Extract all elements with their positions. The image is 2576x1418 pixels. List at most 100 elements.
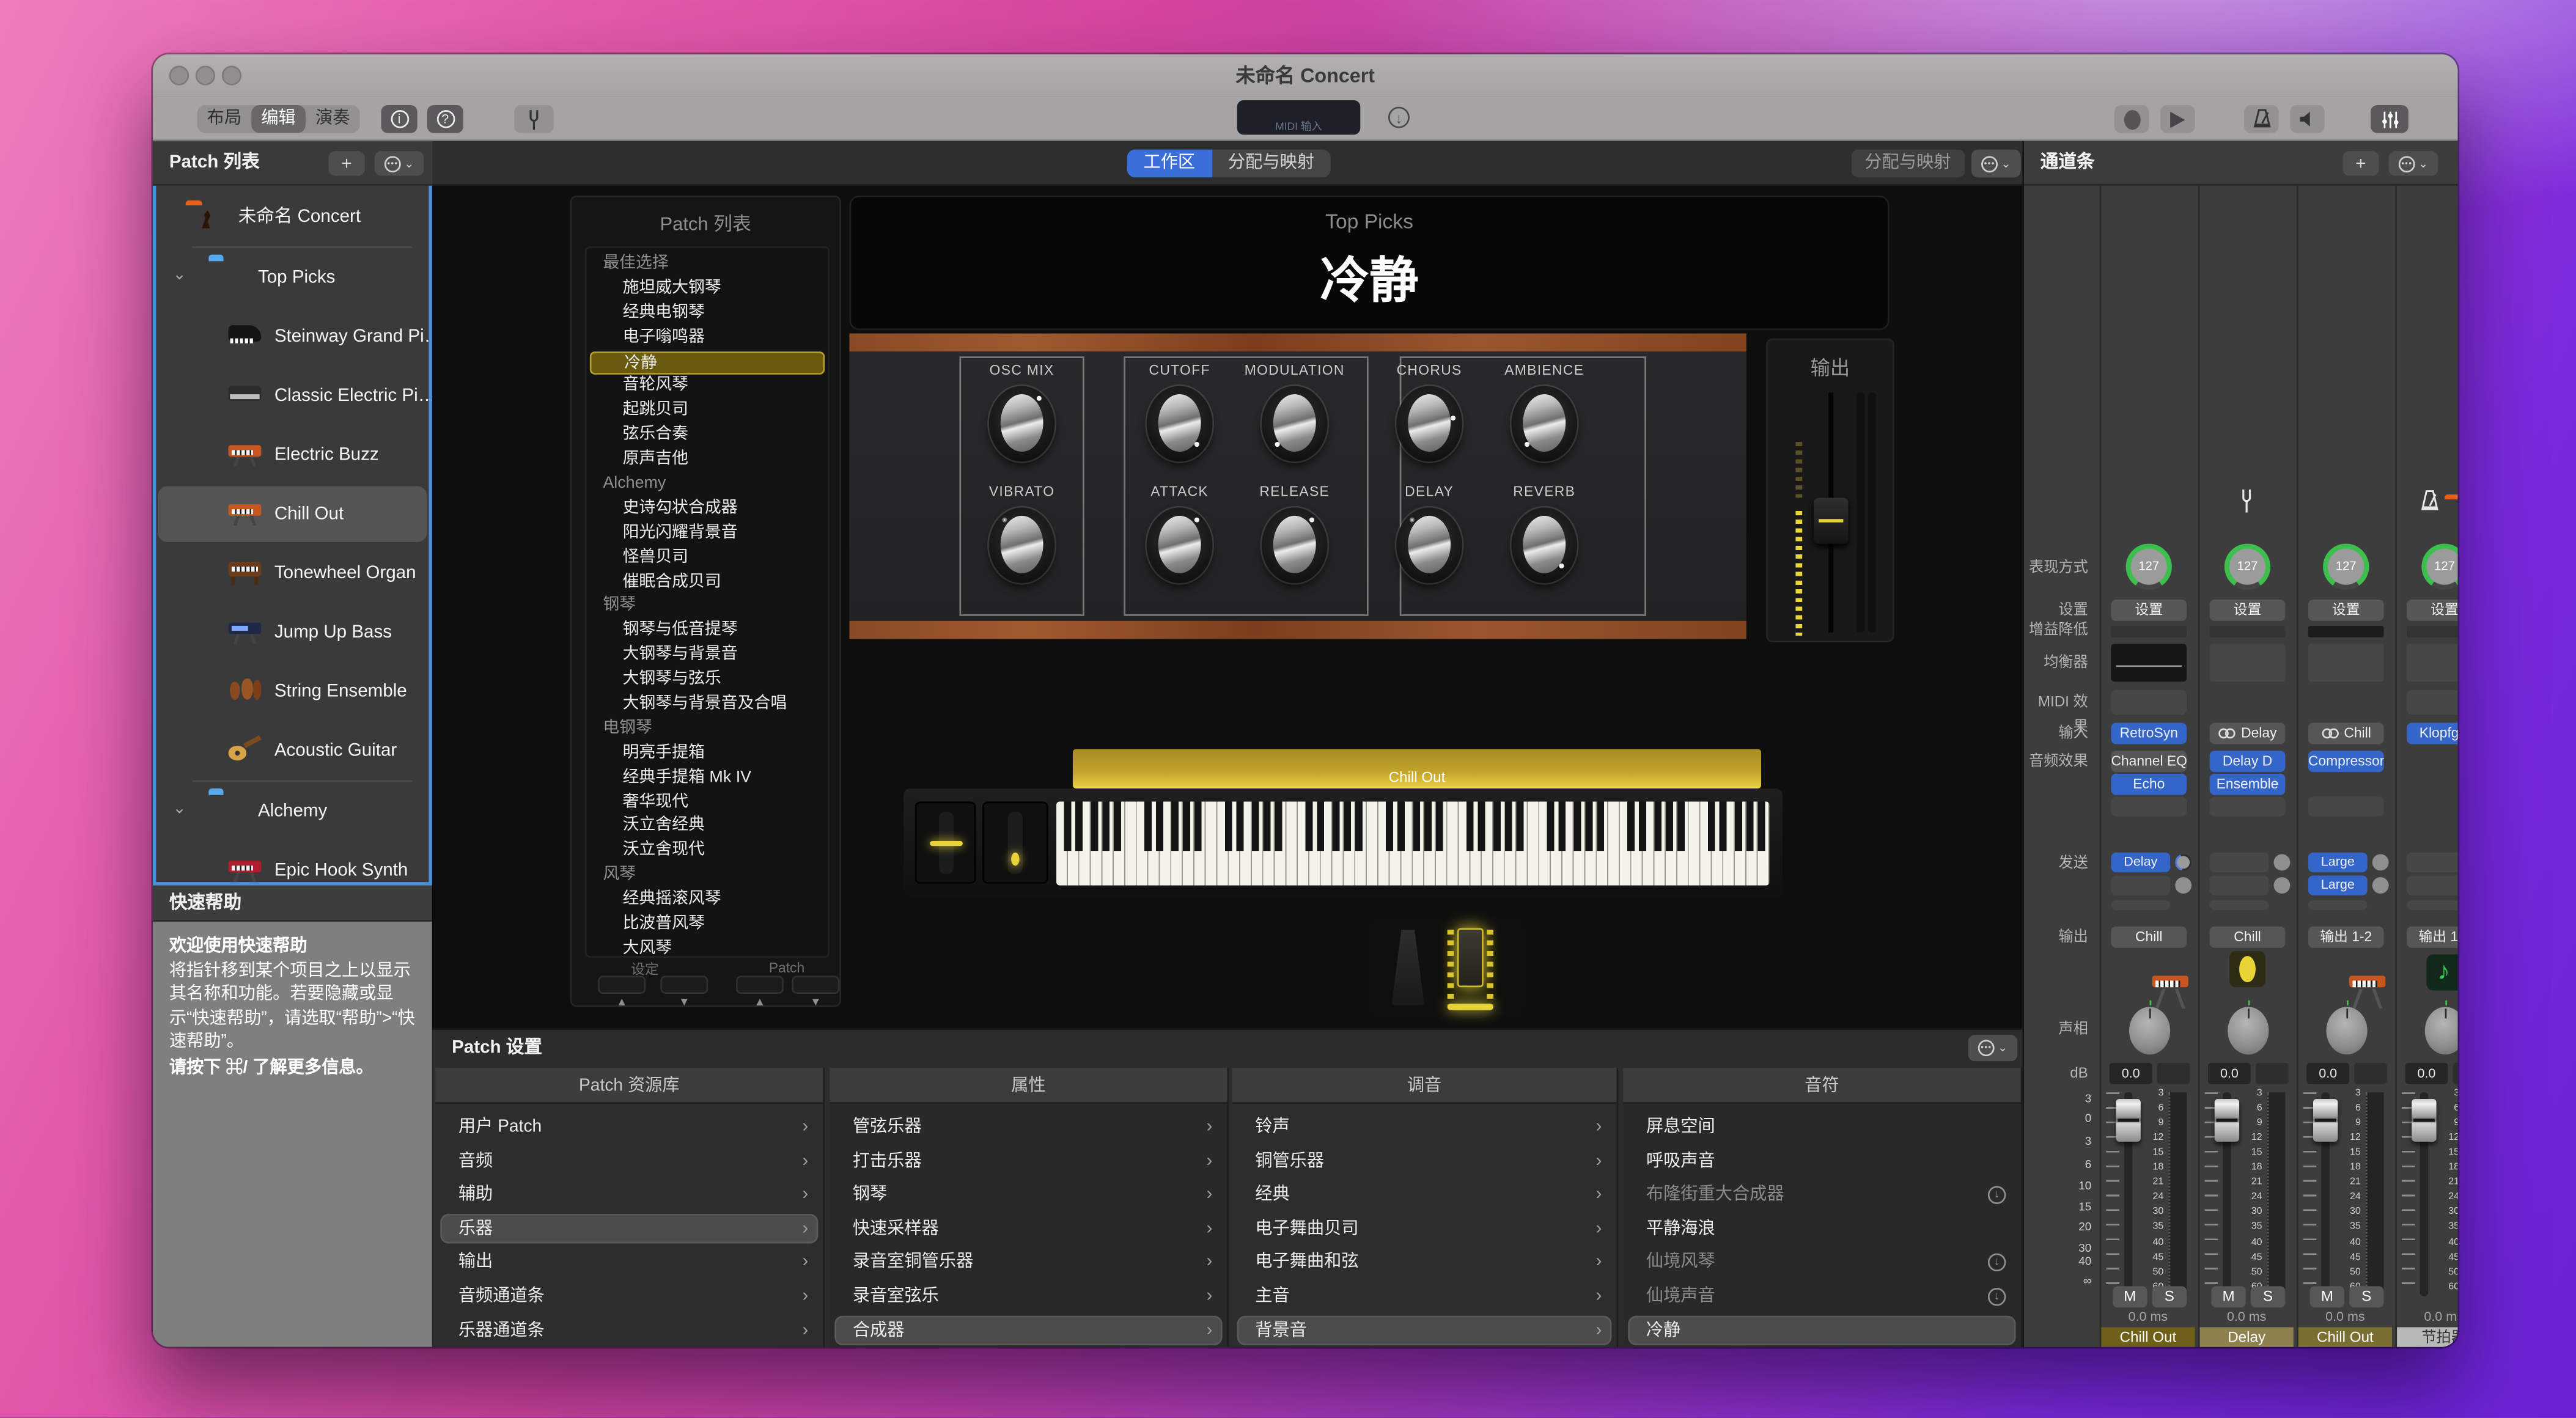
knob-release[interactable] xyxy=(1262,507,1328,583)
audio-effect-delay-d[interactable]: Delay D xyxy=(2210,751,2286,772)
knob-cutoff[interactable] xyxy=(1147,386,1213,462)
eq-thumbnail[interactable] xyxy=(2407,644,2457,682)
send-slot[interactable]: Delay xyxy=(2111,853,2170,872)
patch-settings-menu-button[interactable]: ••• ⌄ xyxy=(1968,1035,2018,1061)
sidebar-item-steinway-grand-pi-[interactable]: Steinway Grand Pi… xyxy=(153,307,432,367)
knob-delay[interactable] xyxy=(1396,507,1462,583)
settings-item-屏息空间[interactable]: 屏息空间 xyxy=(1623,1111,2020,1144)
send-knob[interactable] xyxy=(2274,877,2291,894)
output-button[interactable]: 输出 1-2 xyxy=(2308,927,2384,948)
browser-patch-大钢琴与背景音及合唱[interactable]: 大钢琴与背景音及合唱 xyxy=(586,693,828,718)
sidebar-item-electric-buzz[interactable]: Electric Buzz xyxy=(153,425,432,485)
expression-knob[interactable]: 127 xyxy=(2225,544,2270,590)
sidebar-item-acoustic-guitar[interactable]: Acoustic Guitar xyxy=(153,721,432,781)
sidebar-item-epic-hook-synth[interactable]: Epic Hook Synth xyxy=(153,841,432,886)
browser-patch-明亮手提箱[interactable]: 明亮手提箱 xyxy=(586,742,828,766)
browser-patch-施坦威大钢琴[interactable]: 施坦威大钢琴 xyxy=(586,277,828,302)
settings-item-铃声[interactable]: 铃声› xyxy=(1232,1111,1617,1144)
browser-patch-电子嗡鸣器[interactable]: 电子嗡鸣器 xyxy=(586,326,828,351)
settings-item-电子舞曲贝司[interactable]: 电子舞曲贝司› xyxy=(1232,1212,1617,1246)
send-slot[interactable] xyxy=(2407,875,2457,895)
settings-item-钢琴[interactable]: 钢琴› xyxy=(830,1178,1227,1211)
tab-分配与映射[interactable]: 分配与映射 xyxy=(1212,150,1331,178)
send-slot[interactable] xyxy=(2210,875,2269,895)
midi-effect-slot[interactable] xyxy=(2111,690,2187,715)
settings-item-电子舞曲和弦[interactable]: 电子舞曲和弦› xyxy=(1232,1246,1617,1279)
eq-thumbnail[interactable] xyxy=(2210,644,2286,682)
master-mute-button[interactable] xyxy=(2290,105,2324,133)
send-slot[interactable] xyxy=(2111,875,2170,895)
mode-布局[interactable]: 布局 xyxy=(197,105,252,133)
browser-patch-弦乐合奏[interactable]: 弦乐合奏 xyxy=(586,424,828,449)
assign-map-button[interactable]: 分配与映射 xyxy=(1852,150,1964,178)
mute-button[interactable]: M xyxy=(2310,1286,2344,1307)
eq-thumbnail[interactable] xyxy=(2111,644,2187,682)
fader-handle[interactable] xyxy=(2116,1099,2141,1142)
browser-patch-沃立舍现代[interactable]: 沃立舍现代 xyxy=(586,840,828,864)
output-button[interactable]: Chill xyxy=(2111,927,2187,948)
expression-knob[interactable]: 127 xyxy=(2323,544,2369,590)
pan-knob[interactable] xyxy=(2425,1007,2458,1054)
audio-effect-ensemble[interactable]: Ensemble xyxy=(2210,773,2286,794)
sidebar-item-string-ensemble[interactable]: String Ensemble xyxy=(153,662,432,721)
audio-effect-empty-slot[interactable] xyxy=(2210,796,2286,816)
knob-attack[interactable] xyxy=(1147,507,1213,583)
settings-item-冷静[interactable]: 冷静 xyxy=(1623,1313,2020,1347)
fader-handle[interactable] xyxy=(2313,1099,2338,1142)
eq-thumbnail[interactable] xyxy=(2308,644,2384,682)
strip-name-tab[interactable]: 节拍器 xyxy=(2397,1328,2457,1347)
send-knob[interactable] xyxy=(2372,877,2389,894)
fader-handle[interactable] xyxy=(2412,1099,2436,1142)
solo-button[interactable]: S xyxy=(2152,1286,2187,1307)
midi-effect-slot[interactable] xyxy=(2407,690,2457,715)
tuner-button[interactable] xyxy=(514,105,554,133)
pan-knob[interactable] xyxy=(2129,1007,2170,1054)
add-patch-button[interactable]: + xyxy=(329,151,365,175)
browser-patch-催眠合成贝司[interactable]: 催眠合成贝司 xyxy=(586,571,828,595)
strip-name-tab[interactable]: Chill Out xyxy=(2101,1328,2195,1347)
mode-演奏[interactable]: 演奏 xyxy=(306,105,360,133)
input-button[interactable]: Chill xyxy=(2308,723,2384,744)
expression-knob[interactable]: 127 xyxy=(2421,544,2457,590)
output-fader-handle[interactable] xyxy=(1814,498,1848,543)
settings-item-辅助[interactable]: 辅助› xyxy=(435,1178,823,1211)
settings-item-仙境风琴[interactable]: 仙境风琴↓ xyxy=(1623,1246,2020,1279)
download-icon[interactable]: ↓ xyxy=(1988,1287,2006,1306)
input-button[interactable]: Delay xyxy=(2210,723,2286,744)
browser-patch-大钢琴与弦乐[interactable]: 大钢琴与弦乐 xyxy=(586,669,828,693)
browser-patch-大钢琴与背景音[interactable]: 大钢琴与背景音 xyxy=(586,644,828,669)
input-button[interactable]: RetroSyn xyxy=(2111,723,2187,744)
piano-keys[interactable] xyxy=(1056,802,1769,886)
patch-up-button[interactable] xyxy=(736,975,784,994)
chevron-down-icon[interactable]: ⌄ xyxy=(172,266,186,284)
solo-button[interactable]: S xyxy=(2251,1286,2285,1307)
output-button[interactable]: Chill xyxy=(2210,927,2286,948)
fader-handle[interactable] xyxy=(2215,1099,2239,1142)
strip-name-tab[interactable]: Chill Out xyxy=(2298,1328,2392,1347)
settings-item-乐器通道条[interactable]: 乐器通道条› xyxy=(435,1313,823,1347)
channel-strips-menu-button[interactable]: ••• ⌄ xyxy=(2389,151,2438,175)
tab-工作区[interactable]: 工作区 xyxy=(1127,150,1212,178)
set-down-button[interactable] xyxy=(660,975,708,994)
audio-effect-compressor[interactable]: Compressor xyxy=(2308,751,2384,772)
send-slot[interactable] xyxy=(2210,853,2269,872)
metronome-button[interactable] xyxy=(2244,105,2278,133)
settings-item-布隆街重大合成器[interactable]: 布隆街重大合成器↓ xyxy=(1623,1178,2020,1211)
strip-settings-button[interactable]: 设置 xyxy=(2407,600,2457,621)
send-knob[interactable] xyxy=(2274,854,2291,871)
chevron-down-icon[interactable]: ⌄ xyxy=(172,800,186,818)
sidebar-item-未命名-concert[interactable]: 未命名 Concert xyxy=(153,187,432,246)
download-icon[interactable]: ↓ xyxy=(1988,1253,2006,1271)
screen-keyboard[interactable] xyxy=(903,788,1783,897)
send-slot[interactable]: Large xyxy=(2308,853,2368,872)
info-button[interactable]: i xyxy=(381,105,418,133)
strip-name-tab[interactable]: Delay xyxy=(2200,1328,2294,1347)
send-knob[interactable] xyxy=(2372,854,2389,871)
browser-patch-沃立舍经典[interactable]: 沃立舍经典 xyxy=(586,815,828,840)
sidebar-item-alchemy[interactable]: ⌄Alchemy xyxy=(153,782,432,841)
pan-knob[interactable] xyxy=(2327,1007,2368,1054)
play-button[interactable] xyxy=(2160,105,2195,133)
download-icon[interactable]: ↓ xyxy=(1988,1186,2006,1204)
mute-button[interactable]: M xyxy=(2211,1286,2245,1307)
browser-patch-经典手提箱-mk-iv[interactable]: 经典手提箱 Mk IV xyxy=(586,766,828,791)
